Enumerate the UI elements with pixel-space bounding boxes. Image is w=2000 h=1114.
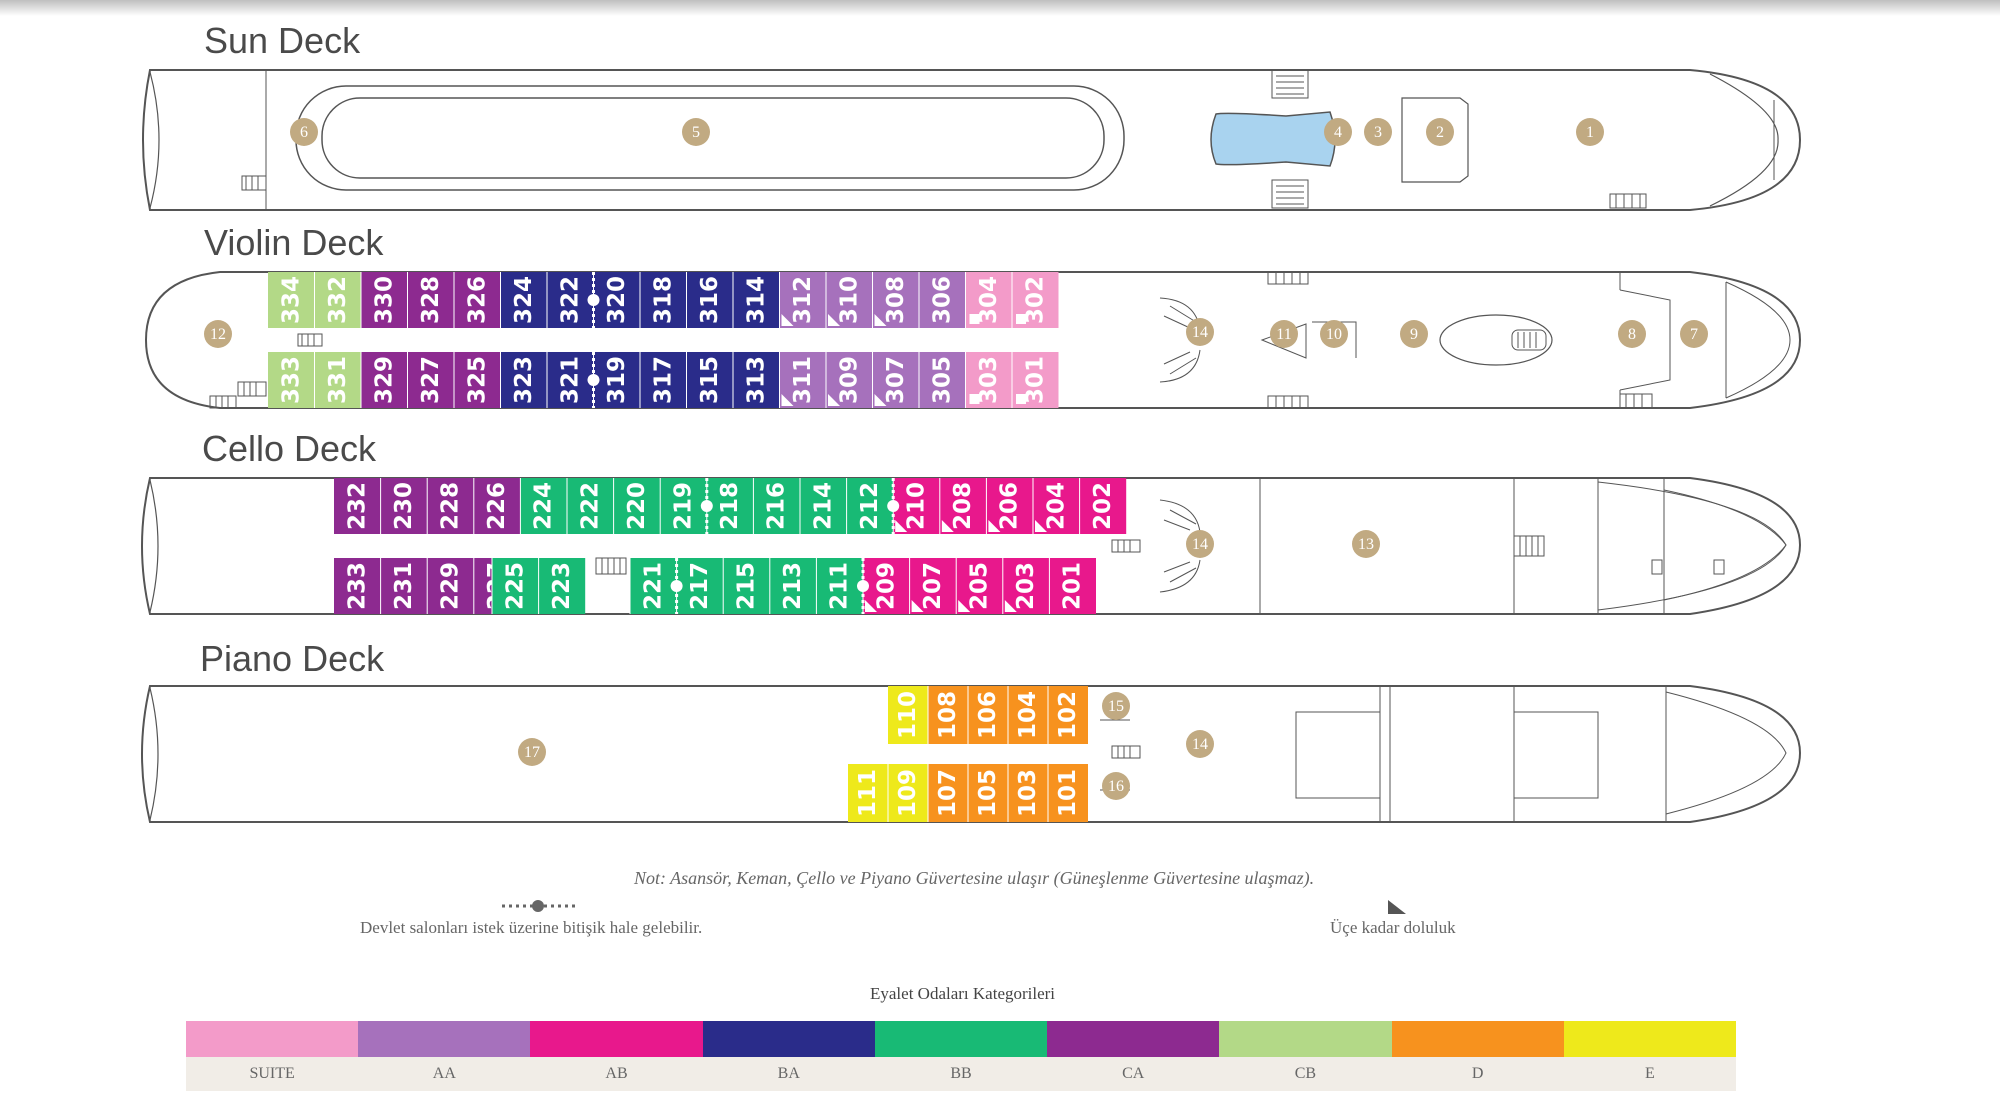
legend-swatch [358,1021,531,1057]
cabin-number: 108 [935,691,961,739]
cabin-number: 102 [1055,691,1081,739]
legend-item-ca: CA [1047,1021,1220,1091]
legend-label: BB [874,1057,1048,1091]
legend-label: AA [358,1057,531,1091]
cabin-number: 107 [935,769,961,817]
legend-item-aa: AA [358,1021,531,1091]
piano-cabins-top: 110 108 106 104 102 [888,686,1088,744]
legend-swatch [1391,1021,1564,1057]
poi-marker: 17 [524,744,540,761]
legend-label: AB [530,1057,703,1091]
adjoining-indicator-icon [502,900,576,912]
elevator-note: Not: Asansör, Keman, Çello ve Piyano Güv… [634,868,1315,888]
cabin-number: 106 [975,691,1001,739]
cabin-number: 104 [1015,691,1041,739]
cabin-number: 103 [1015,769,1041,817]
cabin-number: 101 [1055,769,1081,817]
legend-label: D [1391,1057,1564,1091]
legend-item-cb: CB [1219,1021,1392,1091]
legend-item-ba: BA [702,1021,875,1091]
legend-swatch [1219,1021,1392,1057]
legend-title: Eyalet Odaları Kategorileri [870,984,1056,1003]
cabin-number: 109 [895,769,921,817]
legend-swatch [530,1021,703,1057]
cabin-number: 105 [975,769,1001,817]
adjoining-note: Devlet salonları istek üzerine bitişik h… [360,918,703,937]
legend-label: SUITE [186,1057,359,1091]
legend-item-bb: BB [874,1021,1048,1091]
legend-label: CB [1219,1057,1392,1091]
legend-swatch [1047,1021,1220,1057]
poi-marker: 14 [1192,736,1208,753]
legend-item-ab: AB [530,1021,703,1091]
legend-swatch [186,1021,359,1057]
piano-deck-plan: 110 108 106 104 102 111 109 107 105 103 101 17 15… [141,685,1802,823]
legend-label: E [1563,1057,1736,1091]
legend-swatch [1563,1021,1736,1057]
legend-item-e: E [1563,1021,1736,1091]
poi-marker: 15 [1108,698,1124,715]
legend-label: CA [1047,1057,1220,1091]
legend-label: BA [702,1057,875,1091]
legend-swatch [874,1021,1048,1057]
legend-item-d: D [1391,1021,1564,1091]
cabin-number: 111 [855,769,881,817]
triple-occupancy-icon [1388,900,1406,914]
category-legend: SUITE AA AB BA BB CA CB D E [186,1021,1736,1091]
triple-occupancy-note: Üçe kadar doluluk [1330,918,1456,937]
poi-marker: 16 [1108,778,1124,795]
legend-swatch [702,1021,875,1057]
legend-item-suite: SUITE [186,1021,359,1091]
cabin-number: 110 [895,691,921,739]
piano-cabins-bottom: 111 109 107 105 103 101 [848,764,1088,822]
